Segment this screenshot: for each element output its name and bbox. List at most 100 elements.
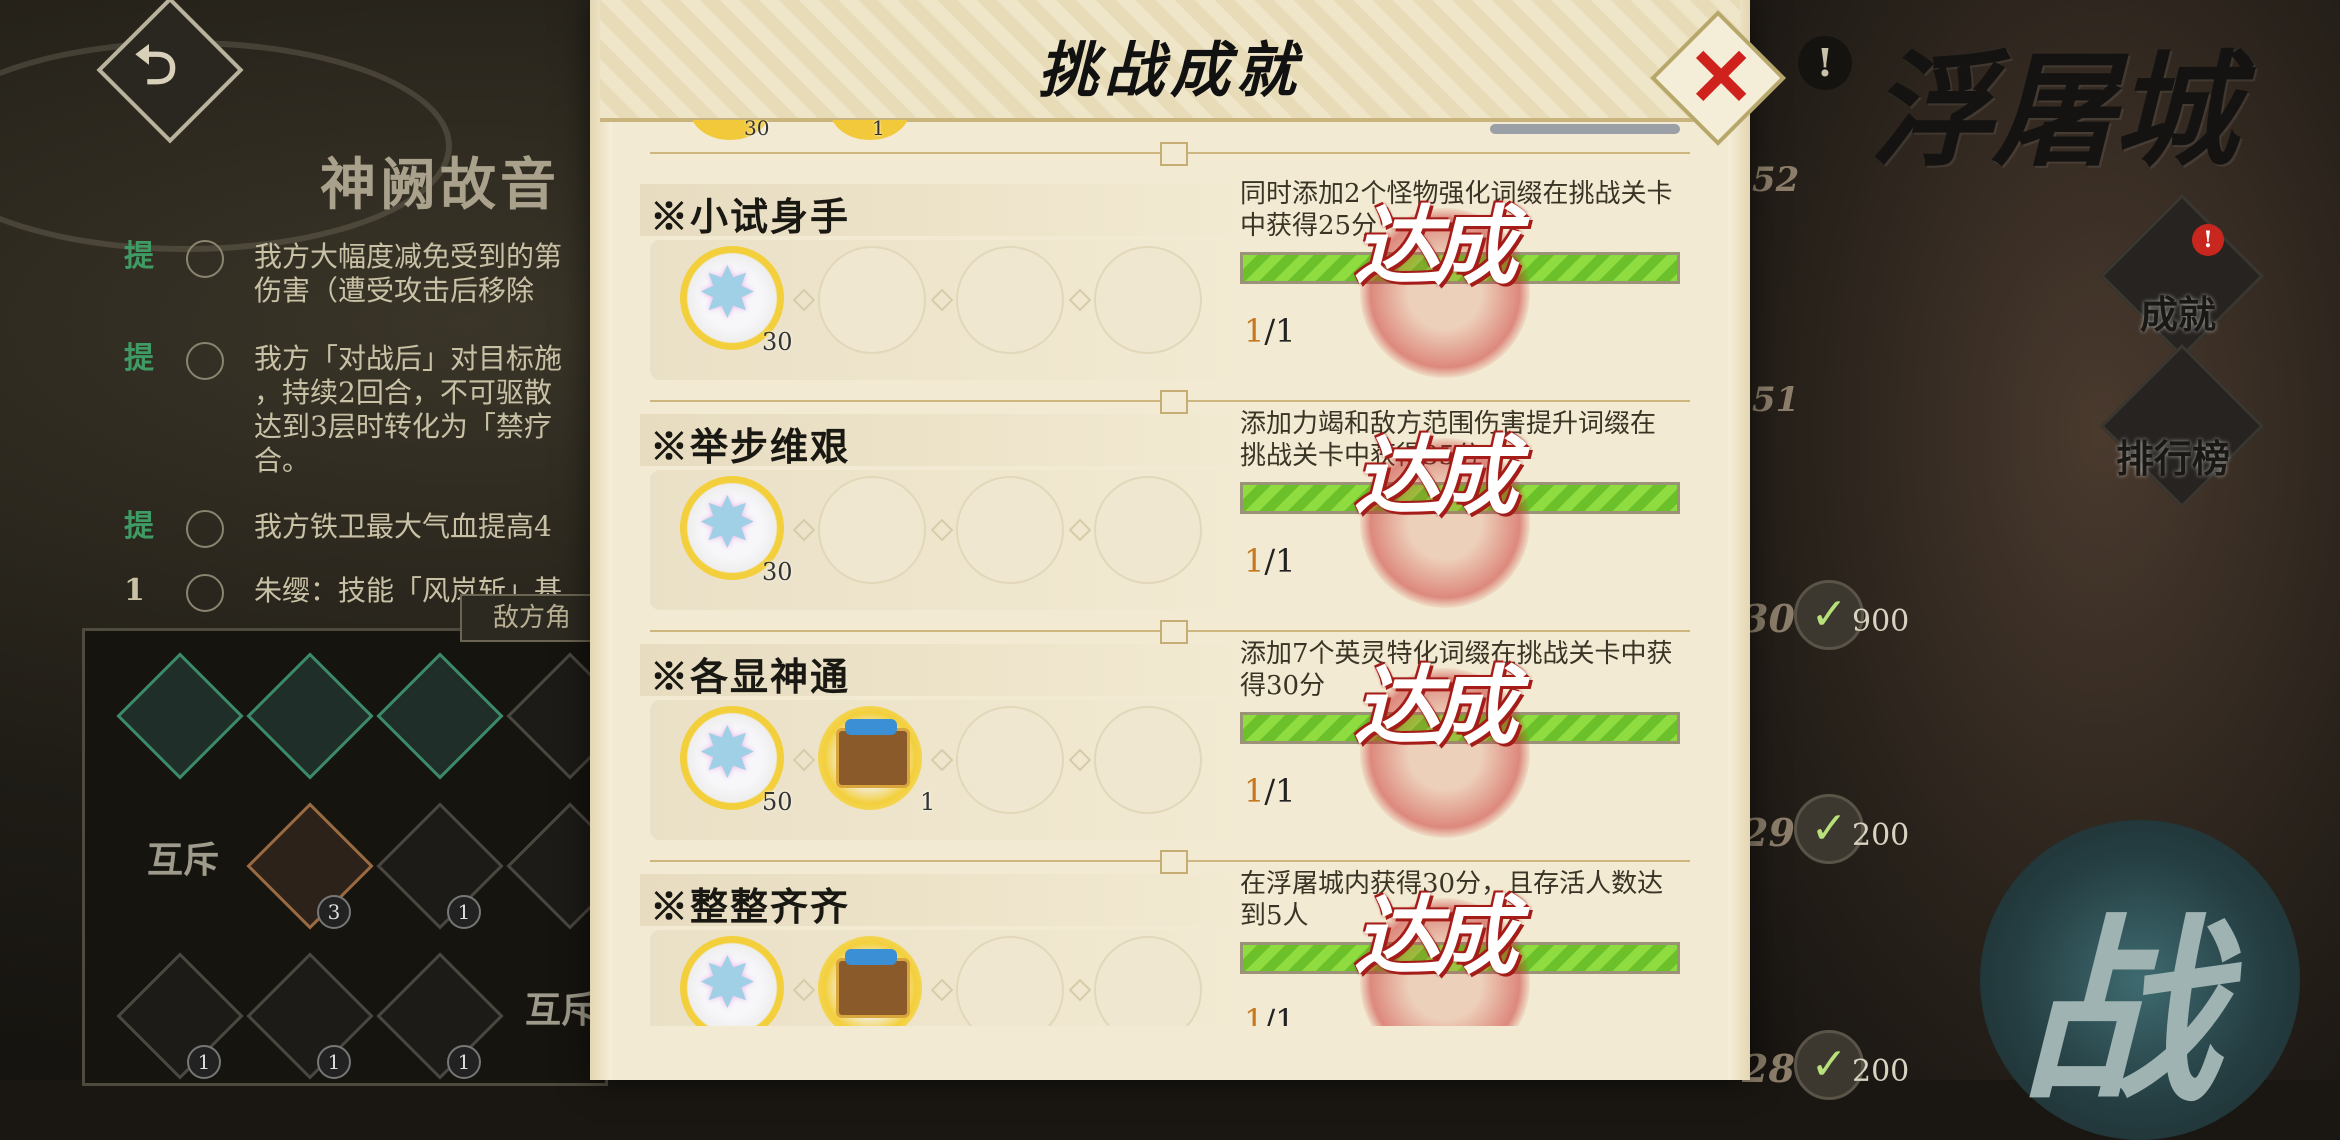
buff-icon <box>186 510 224 548</box>
achievement-card: ※整整齐齐 ✸ 在浮屠城内获得30分，且存活人数达到5人 1/1 达成 <box>640 868 1700 1026</box>
reward-qty: 30 <box>762 328 793 356</box>
treasure-chest-icon <box>836 719 910 788</box>
achievement-name: ※整整齐齐 <box>650 884 851 929</box>
slot-separator <box>1068 288 1092 312</box>
star-crystal-icon: ✸ <box>698 712 757 794</box>
affix-slot[interactable] <box>246 952 374 1080</box>
point-value: 200 <box>1852 1054 1910 1089</box>
slot-separator <box>792 518 816 542</box>
buff-icon <box>186 342 224 380</box>
star-crystal-icon: ✸ <box>698 252 757 334</box>
affix-slot[interactable] <box>376 952 504 1080</box>
reward-star-crystal[interactable]: ✸ <box>680 936 784 1026</box>
reward-treasure-chest[interactable] <box>818 706 922 810</box>
point-value: 200 <box>1852 818 1910 853</box>
affix-slot[interactable] <box>376 802 504 930</box>
reward-slot-empty <box>1094 476 1202 584</box>
progress-text: 1/1 <box>1244 312 1296 350</box>
star-crystal-icon: ✸ <box>698 942 757 1024</box>
bg-number: 52 <box>1752 160 1800 200</box>
affix-slot[interactable] <box>376 652 504 780</box>
dungeon-title: 神阙故音 <box>320 152 560 218</box>
progress-text: 1/1 <box>1244 772 1296 810</box>
progress-bar-tail <box>1490 124 1680 134</box>
scroll-edge <box>590 0 612 1080</box>
reward-row: ✸ <box>650 930 1260 1026</box>
modal-title: 挑战成就 <box>1038 36 1302 106</box>
reward-slot-empty <box>1094 246 1202 354</box>
reward-slot-empty <box>956 476 1064 584</box>
divider <box>650 850 1690 874</box>
divider <box>650 620 1690 644</box>
info-icon[interactable]: ! <box>1798 36 1852 90</box>
reward-slot-empty <box>818 246 926 354</box>
reward-qty: 30 <box>762 558 793 586</box>
reward-treasure-chest[interactable] <box>818 936 922 1026</box>
slot-separator <box>930 748 954 772</box>
slot-separator <box>930 288 954 312</box>
achievement-name: ※小试身手 <box>650 194 851 239</box>
slot-separator <box>1068 518 1092 542</box>
reward-slot-empty <box>956 706 1064 814</box>
reward-slot-empty <box>818 476 926 584</box>
achievement-name: ※举步维艰 <box>650 424 851 469</box>
affix-slot[interactable] <box>116 952 244 1080</box>
fight-button[interactable]: 战 <box>1980 820 2300 1140</box>
slot-count: 3 <box>317 895 351 929</box>
buff-tag: 提 <box>124 239 154 274</box>
enemy-tab[interactable]: 敌方角 <box>460 594 604 642</box>
achievement-name: ※各显神通 <box>650 654 851 699</box>
buff-tag: 提 <box>124 509 154 544</box>
reward-row: ✸ 30 <box>650 470 1260 610</box>
reward-qty: 1 <box>872 120 885 140</box>
ranking-label: 排行榜 <box>2116 436 2231 481</box>
achievement-card: ※举步维艰 ✸ 30 添加力竭和敌方范围伤害提升词缀在挑战关卡中获得35分 1/… <box>640 408 1700 622</box>
treasure-chest-icon <box>836 949 910 1018</box>
point-value: 900 <box>1852 604 1910 639</box>
reward-qty: 50 <box>762 788 793 816</box>
completed-stamp: 达成 <box>1354 204 1530 378</box>
buff-tag: 提 <box>124 341 154 376</box>
achievement-card: ※小试身手 ✸ 30 同时添加2个怪物强化词缀在挑战关卡中获得25分 1/1 达… <box>640 178 1700 392</box>
achievement-badge: ! <box>2192 224 2224 256</box>
reward-slot-empty <box>956 936 1064 1026</box>
achievement-list[interactable]: 30 1 ※小试身手 ✸ 30 同时添加2个怪物强化词缀在挑战关卡中获得25分 … <box>610 120 1730 1026</box>
progress-text: 1/1 <box>1244 542 1296 580</box>
close-icon: ✕ <box>1687 29 1755 124</box>
mutex-label: 互斥 <box>147 839 220 881</box>
slot-separator <box>930 518 954 542</box>
slot-count: 1 <box>447 1045 481 1079</box>
reward-slot-empty <box>956 246 1064 354</box>
reward-row: ✸ 30 <box>650 240 1260 380</box>
slot-separator <box>792 748 816 772</box>
affix-slot[interactable] <box>246 652 374 780</box>
reward-slot-empty <box>1094 936 1202 1026</box>
buff-tag: 1 <box>124 573 145 608</box>
city-title: 浮屠城 <box>1870 39 2238 184</box>
affix-slot[interactable] <box>246 802 374 930</box>
progress-text: 1/1 <box>1244 1002 1296 1026</box>
achievements-modal: 挑战成就 30 1 ※小试身手 ✸ 30 同时添加2个怪物强化词缀在挑战关卡中获… <box>590 0 1786 1080</box>
fight-label: 战 <box>2020 895 2221 1130</box>
reward-qty: 30 <box>744 120 770 140</box>
slot-count: 1 <box>187 1045 221 1079</box>
slot-separator <box>792 978 816 1002</box>
star-crystal-icon: ✸ <box>698 482 757 564</box>
slot-separator <box>1068 978 1092 1002</box>
reward-star-icon <box>830 120 910 140</box>
slot-separator <box>792 288 816 312</box>
divider <box>650 142 1690 166</box>
affix-slot[interactable] <box>116 652 244 780</box>
completed-stamp: 达成 <box>1354 434 1530 608</box>
back-arrow-icon: ⮌ <box>133 32 178 97</box>
affix-grid: 互斥 3 1 1 1 1 互斥 <box>82 628 634 1086</box>
slot-count: 1 <box>317 1045 351 1079</box>
buff-icon <box>186 574 224 612</box>
reward-row: ✸ 50 1 <box>650 700 1260 840</box>
slot-separator <box>930 978 954 1002</box>
mutex-label: 互斥 <box>525 989 598 1031</box>
achievement-card: ※各显神通 ✸ 50 1 添加7个英灵特化词缀在挑战关卡中获得30分 1/1 达… <box>640 638 1700 852</box>
divider <box>650 390 1690 414</box>
achievement-label: 成就 <box>2140 292 2217 337</box>
bg-number: 51 <box>1752 380 1800 420</box>
